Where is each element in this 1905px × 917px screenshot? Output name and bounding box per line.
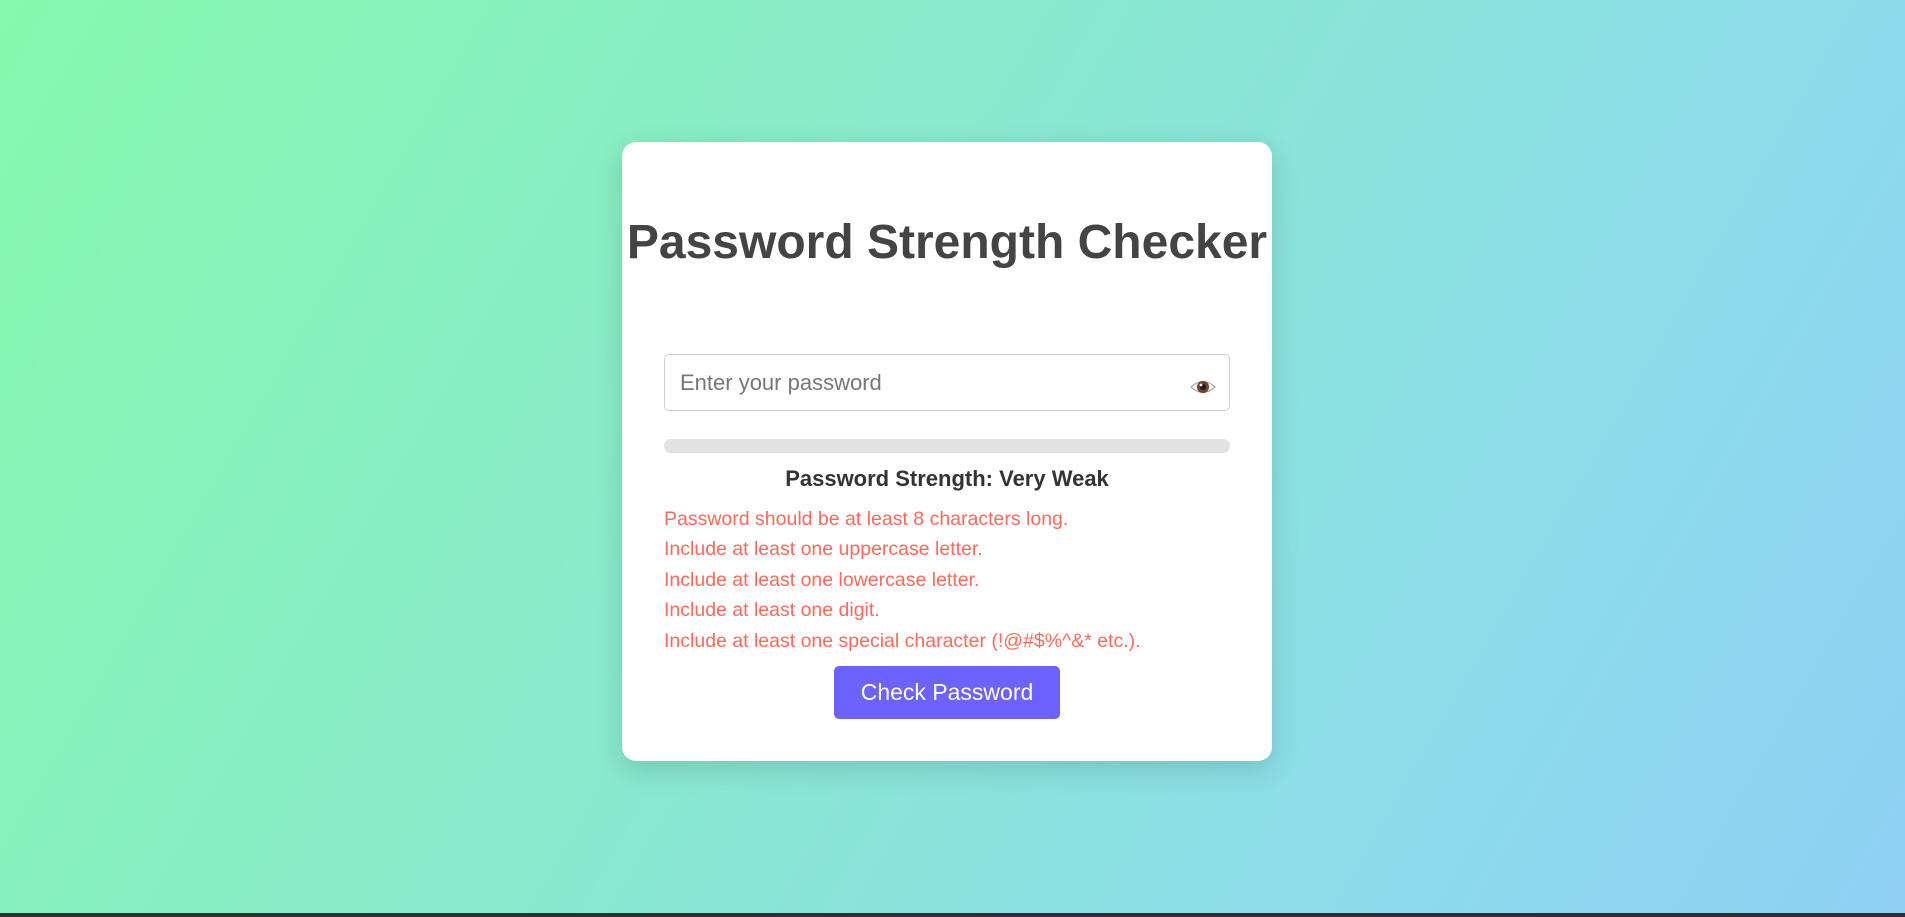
password-checker-card: Password Strength Checker Password Stren… <box>622 142 1272 761</box>
strength-meter <box>664 439 1230 453</box>
feedback-item: Include at least one uppercase letter. <box>664 538 983 561</box>
page-title: Password Strength Checker <box>626 216 1268 269</box>
feedback-item: Include at least one special character (… <box>664 629 1141 652</box>
password-input[interactable] <box>664 354 1230 411</box>
feedback-item: Include at least one lowercase letter. <box>664 568 980 591</box>
strength-label: Password Strength: Very Weak <box>785 466 1109 491</box>
feedback-list: Password should be at least 8 characters… <box>664 504 1141 656</box>
taskbar-edge <box>0 913 1905 917</box>
password-field-wrapper <box>664 354 1230 411</box>
feedback-item: Include at least one digit. <box>664 599 880 622</box>
eye-icon[interactable] <box>1190 377 1216 397</box>
feedback-item: Password should be at least 8 characters… <box>664 508 1069 530</box>
check-password-button[interactable]: Check Password <box>834 666 1060 719</box>
